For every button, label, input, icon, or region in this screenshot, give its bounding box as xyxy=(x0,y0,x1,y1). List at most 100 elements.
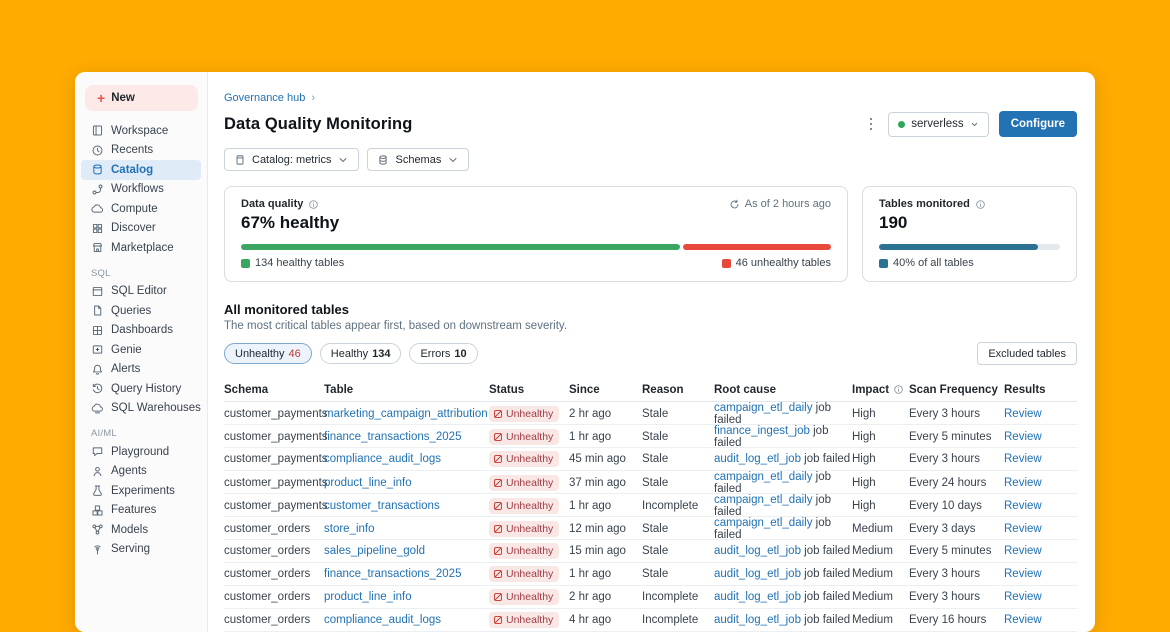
cell-table-link[interactable]: finance_transactions_2025 xyxy=(324,431,489,443)
new-button-label: New xyxy=(111,92,135,104)
review-link[interactable]: Review xyxy=(1004,523,1077,535)
data-quality-title: Data quality xyxy=(241,198,303,210)
boxes-icon xyxy=(91,504,104,517)
compute-selector-label: serverless xyxy=(911,118,963,130)
storefront-icon xyxy=(91,241,104,254)
info-icon[interactable] xyxy=(308,199,319,210)
chip-errors[interactable]: Errors 10 xyxy=(409,343,477,364)
sidebar-item-recents[interactable]: Recents xyxy=(81,141,201,161)
status-dot-icon xyxy=(898,121,905,128)
app-window: + New Workspace Recents Catalog Workflow… xyxy=(75,72,1095,632)
sidebar-section-sql: SQL xyxy=(75,258,207,282)
review-link[interactable]: Review xyxy=(1004,545,1077,557)
root-cause-link[interactable]: audit_log_etl_job xyxy=(714,591,801,603)
sidebar-item-label: Models xyxy=(111,524,148,536)
editor-window-icon xyxy=(91,285,104,298)
cell-root-cause: finance_ingest_job job failed xyxy=(714,425,852,449)
root-cause-link[interactable]: finance_ingest_job xyxy=(714,425,810,437)
cell-table-link[interactable]: sales_pipeline_gold xyxy=(324,545,489,557)
sidebar-item-models[interactable]: Models xyxy=(81,520,201,540)
review-link[interactable]: Review xyxy=(1004,431,1077,443)
root-cause-link[interactable]: campaign_etl_daily xyxy=(714,517,812,529)
cell-table-link[interactable]: marketing_campaign_attribution xyxy=(324,408,489,420)
chip-label: Unhealthy xyxy=(235,348,285,360)
cell-impact: Medium xyxy=(852,568,909,580)
cell-root-cause: campaign_etl_daily job failed xyxy=(714,494,852,518)
sidebar-item-label: SQL Editor xyxy=(111,285,167,297)
cell-since: 2 hr ago xyxy=(569,408,642,420)
root-cause-link[interactable]: audit_log_etl_job xyxy=(714,614,801,626)
schemas-filter[interactable]: Schemas xyxy=(367,148,469,171)
chip-unhealthy[interactable]: Unhealthy 46 xyxy=(224,343,312,364)
sidebar-item-alerts[interactable]: Alerts xyxy=(81,360,201,380)
root-cause-link[interactable]: audit_log_etl_job xyxy=(714,453,801,465)
warehouse-cloud-icon xyxy=(91,402,104,415)
table-row: customer_payments marketing_campaign_att… xyxy=(224,402,1077,425)
review-link[interactable]: Review xyxy=(1004,477,1077,489)
cell-root-cause: audit_log_etl_job job failed xyxy=(714,453,852,465)
serving-signal-icon xyxy=(91,543,104,556)
cell-table-link[interactable]: finance_transactions_2025 xyxy=(324,568,489,580)
chip-healthy[interactable]: Healthy 134 xyxy=(320,343,402,364)
sidebar-item-features[interactable]: Features xyxy=(81,501,201,521)
sidebar-item-queries[interactable]: Queries xyxy=(81,301,201,321)
chip-label: Errors xyxy=(420,348,450,360)
cell-status: Unhealthy xyxy=(489,451,569,467)
sidebar-item-playground[interactable]: Playground xyxy=(81,442,201,462)
review-link[interactable]: Review xyxy=(1004,408,1077,420)
new-button[interactable]: + New xyxy=(85,85,198,111)
sidebar-item-catalog[interactable]: Catalog xyxy=(81,160,201,180)
cell-table-link[interactable]: customer_transactions xyxy=(324,500,489,512)
cell-table-link[interactable]: product_line_info xyxy=(324,477,489,489)
sidebar-item-discover[interactable]: Discover xyxy=(81,219,201,239)
root-cause-link[interactable]: campaign_etl_daily xyxy=(714,402,812,414)
sidebar-item-dashboards[interactable]: Dashboards xyxy=(81,321,201,341)
sidebar-item-serving[interactable]: Serving xyxy=(81,540,201,560)
sidebar-item-label: Alerts xyxy=(111,363,140,375)
sidebar-item-experiments[interactable]: Experiments xyxy=(81,481,201,501)
catalog-icon xyxy=(91,163,104,176)
sidebar-item-genie[interactable]: Genie xyxy=(81,340,201,360)
review-link[interactable]: Review xyxy=(1004,500,1077,512)
catalog-filter[interactable]: Catalog: metrics xyxy=(224,148,359,171)
root-cause-link[interactable]: audit_log_etl_job xyxy=(714,545,801,557)
root-cause-link[interactable]: campaign_etl_daily xyxy=(714,471,812,483)
sidebar-item-sql-warehouses[interactable]: SQL Warehouses xyxy=(81,399,201,419)
monitored-tables-table: Schema Table Status Since Reason Root ca… xyxy=(224,378,1077,632)
unhealthy-icon xyxy=(494,433,502,441)
excluded-tables-button[interactable]: Excluded tables xyxy=(977,342,1077,365)
cell-table-link[interactable]: compliance_audit_logs xyxy=(324,614,489,626)
cell-table-link[interactable]: store_info xyxy=(324,523,489,535)
cell-root-cause: campaign_etl_daily job failed xyxy=(714,517,852,541)
root-cause-link[interactable]: campaign_etl_daily xyxy=(714,494,812,506)
breadcrumb[interactable]: Governance hub › xyxy=(224,92,1077,104)
breadcrumb-link[interactable]: Governance hub xyxy=(224,92,305,104)
kebab-menu-icon[interactable] xyxy=(864,114,879,135)
sidebar-item-agents[interactable]: Agents xyxy=(81,462,201,482)
sidebar-item-workspace[interactable]: Workspace xyxy=(81,121,201,141)
table-row: customer_orders store_info Unhealthy 12 … xyxy=(224,517,1077,540)
sidebar-item-workflows[interactable]: Workflows xyxy=(81,180,201,200)
configure-button[interactable]: Configure xyxy=(999,111,1077,137)
review-link[interactable]: Review xyxy=(1004,568,1077,580)
cell-table-link[interactable]: product_line_info xyxy=(324,591,489,603)
sidebar-item-label: Playground xyxy=(111,446,169,458)
sidebar-item-query-history[interactable]: Query History xyxy=(81,379,201,399)
review-link[interactable]: Review xyxy=(1004,614,1077,626)
cell-status: Unhealthy xyxy=(489,406,569,422)
info-icon[interactable] xyxy=(893,384,904,395)
sidebar: + New Workspace Recents Catalog Workflow… xyxy=(75,72,208,632)
review-link[interactable]: Review xyxy=(1004,453,1077,465)
red-square-icon xyxy=(722,259,731,268)
info-icon[interactable] xyxy=(975,199,986,210)
compute-selector[interactable]: serverless xyxy=(888,112,988,137)
sidebar-item-sql-editor[interactable]: SQL Editor xyxy=(81,282,201,302)
root-cause-link[interactable]: audit_log_etl_job xyxy=(714,568,801,580)
refresh-icon xyxy=(729,199,740,210)
cell-table-link[interactable]: compliance_audit_logs xyxy=(324,453,489,465)
status-badge: Unhealthy xyxy=(489,521,559,537)
review-link[interactable]: Review xyxy=(1004,591,1077,603)
refresh-status[interactable]: As of 2 hours ago xyxy=(729,198,831,210)
sidebar-item-marketplace[interactable]: Marketplace xyxy=(81,238,201,258)
sidebar-item-compute[interactable]: Compute xyxy=(81,199,201,219)
